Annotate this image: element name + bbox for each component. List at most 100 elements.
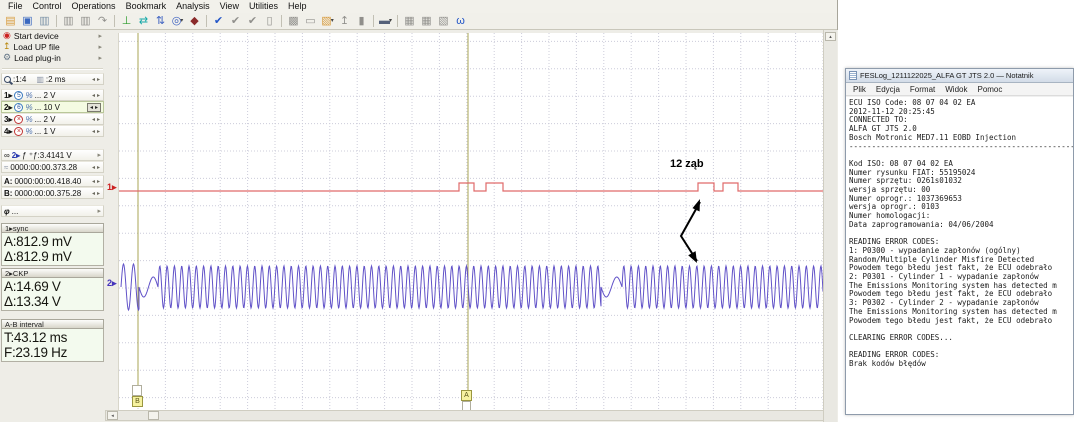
vertical-scrollbar[interactable]: ▴ [823,30,837,422]
zoom-tool-icon[interactable]: ◎▾ [169,14,186,29]
scroll-left-icon[interactable]: ◂ [107,411,118,420]
expand-arrow-icon[interactable]: ▸ [97,151,101,159]
export-icon[interactable]: ↥ [336,14,353,29]
stop-icon[interactable]: ▮ [353,14,370,29]
attenuator-icon[interactable]: % [25,103,32,112]
load-plugin-button[interactable]: ⚙ Load plug-in ▸ [0,52,105,63]
notepad-icon [849,71,857,80]
measure-axis-icon[interactable]: ⊥ [118,14,135,29]
report-icon[interactable]: ▯ [261,14,278,29]
channel-3-spinner[interactable]: ◂▸ [91,116,101,123]
attenuator-icon[interactable]: % [25,91,32,100]
notepad-menu-plik[interactable]: Plik [848,85,871,94]
grid-a-icon[interactable]: ▦ [401,14,418,29]
probe-6-badge-icon[interactable]: 6 [14,103,23,112]
channel-2-trace-label[interactable]: 2▸ [105,278,118,289]
open-plugin-icon[interactable]: ▧▾ [319,14,336,29]
marker-a-time-row[interactable]: A: 0000:00:00.418.40 ◂▸ [1,175,104,187]
marker-b-spinner[interactable]: ◂▸ [91,190,101,197]
expand-arrow-icon[interactable]: ▸ [98,54,102,62]
trigger-row[interactable]: ∞ 2▸ ƒ ⁺ƒ:3.4141 V ▸ [1,149,104,161]
ckp-measure-panel: A:14.69 V Δ:13.34 V [1,278,104,311]
arrow-head-down-icon [688,251,697,263]
notes-icon[interactable]: ▭ [302,14,319,29]
channel-4-range: ... 1 V [35,127,56,136]
paste-icon[interactable]: ▥ [77,14,94,29]
check-secondary-icon[interactable]: ✔ [227,14,244,29]
horizontal-scrollbar[interactable]: ◂ [105,410,824,421]
save-icon[interactable]: ▣ [19,14,36,29]
ckp-measure-header[interactable]: 2▸CKP [1,268,104,278]
menu-item-operations[interactable]: Operations [67,0,121,13]
menu-item-view[interactable]: View [215,0,244,13]
marker-b-time-row[interactable]: B: 0000:00:00.375.28 ◂▸ [1,187,104,199]
arrow-head-up-icon [693,199,701,212]
help-icon[interactable]: ω [452,14,469,29]
scroll-thumb[interactable] [148,411,159,420]
sync-delta-value: Δ:812.9 mV [4,250,101,265]
menu-item-help[interactable]: Help [283,0,312,13]
channel-2-spinner[interactable]: ◂▸ [87,103,101,112]
notepad-text[interactable]: ECU ISO Code: 08 07 04 02 EA 2012-11-12 … [846,97,1073,414]
zoom-timebase-control[interactable]: :1:4 ▥ :2 ms ◂▸ [1,73,104,85]
expand-arrow-icon[interactable]: ▸ [98,32,102,40]
check-tertiary-icon[interactable]: ✔ [244,14,261,29]
notepad-menu-pomoc[interactable]: Pomoc [972,85,1007,94]
open-file-icon[interactable]: ▤ [2,14,19,29]
swap-arrows-icon[interactable]: ⇄ [135,14,152,29]
scroll-up-icon[interactable]: ▴ [825,32,836,41]
time-spinner[interactable]: ◂▸ [91,164,101,171]
channel-2-range: ... 10 V [35,103,60,112]
sync-measure-header[interactable]: 1▸sync [1,223,104,233]
grid-c-icon[interactable]: ▧ [435,14,452,29]
menu-item-control[interactable]: Control [28,0,67,13]
notepad-menu-format[interactable]: Format [905,85,940,94]
channel-1-trace-label[interactable]: 1▸ [105,182,118,193]
channel-off-icon[interactable]: × [14,115,23,124]
phase-row[interactable]: φ ... ▸ [1,205,104,217]
attenuator-icon[interactable]: % [25,127,32,136]
channel-3-row[interactable]: 3▸ × % ... 2 V ◂▸ [1,113,104,125]
ckp-delta-value: Δ:13.34 V [4,295,101,310]
menu-item-bookmark[interactable]: Bookmark [121,0,172,13]
attenuator-icon[interactable]: % [25,115,32,124]
notepad-titlebar[interactable]: FESLog_1211122025_ALFA GT JTS 2.0 — Nota… [846,69,1073,83]
menu-item-utilities[interactable]: Utilities [244,0,283,13]
start-device-button[interactable]: ◉ Start device ▸ [0,30,105,41]
plot-canvas[interactable] [118,33,823,410]
select-region-icon[interactable]: ▩ [285,14,302,29]
menu-item-file[interactable]: File [3,0,28,13]
expand-arrow-icon[interactable]: ▸ [98,43,102,51]
cam-signal-trace [119,183,824,191]
ab-interval-header[interactable]: A-B interval [1,319,104,329]
channel-1-row[interactable]: 1▸ 5 % ... 2 V ◂▸ [1,89,104,101]
timebase-spinner[interactable]: ◂▸ [91,76,101,83]
redo-icon[interactable]: ↷ [94,14,111,29]
channel-1-spinner[interactable]: ◂▸ [91,92,101,99]
probe-5-badge-icon[interactable]: 5 [14,91,23,100]
marker-a-spinner[interactable]: ◂▸ [91,178,101,185]
channel-4-row[interactable]: 4▸ × % ... 1 V ◂▸ [1,125,104,137]
expand-arrow-icon[interactable]: ▸ [97,207,101,215]
time-position-row[interactable]: ≈ 0000:00:00.373.28 ◂▸ [1,161,104,173]
notepad-menu-widok[interactable]: Widok [940,85,972,94]
annotation-arrow [681,202,700,261]
channel-4-spinner[interactable]: ◂▸ [91,128,101,135]
copy-icon[interactable]: ▥ [60,14,77,29]
marker-b-handle[interactable] [132,385,142,396]
menu-item-analysis[interactable]: Analysis [171,0,215,13]
print-icon[interactable]: ▥ [36,14,53,29]
marker-b-flag[interactable]: B [132,396,143,407]
marker-a-flag[interactable]: A [461,390,472,401]
fit-vertical-icon[interactable]: ⇅ [152,14,169,29]
apply-check-icon[interactable]: ✔ [210,14,227,29]
marker-b-prefix: B: [4,189,12,198]
zoom-ratio-value: :1:4 [13,75,26,84]
display-mode-icon[interactable]: ▬▾ [377,14,394,29]
channel-off-icon[interactable]: × [14,127,23,136]
load-up-file-button[interactable]: ↥ Load UP file ▸ [0,41,105,52]
channel-2-row[interactable]: 2▸ 6 % ... 10 V ◂▸ [1,101,104,113]
notepad-menu-edycja[interactable]: Edycja [871,85,905,94]
grid-b-icon[interactable]: ▦ [418,14,435,29]
hide-tool-icon[interactable]: ◆ [186,14,203,29]
